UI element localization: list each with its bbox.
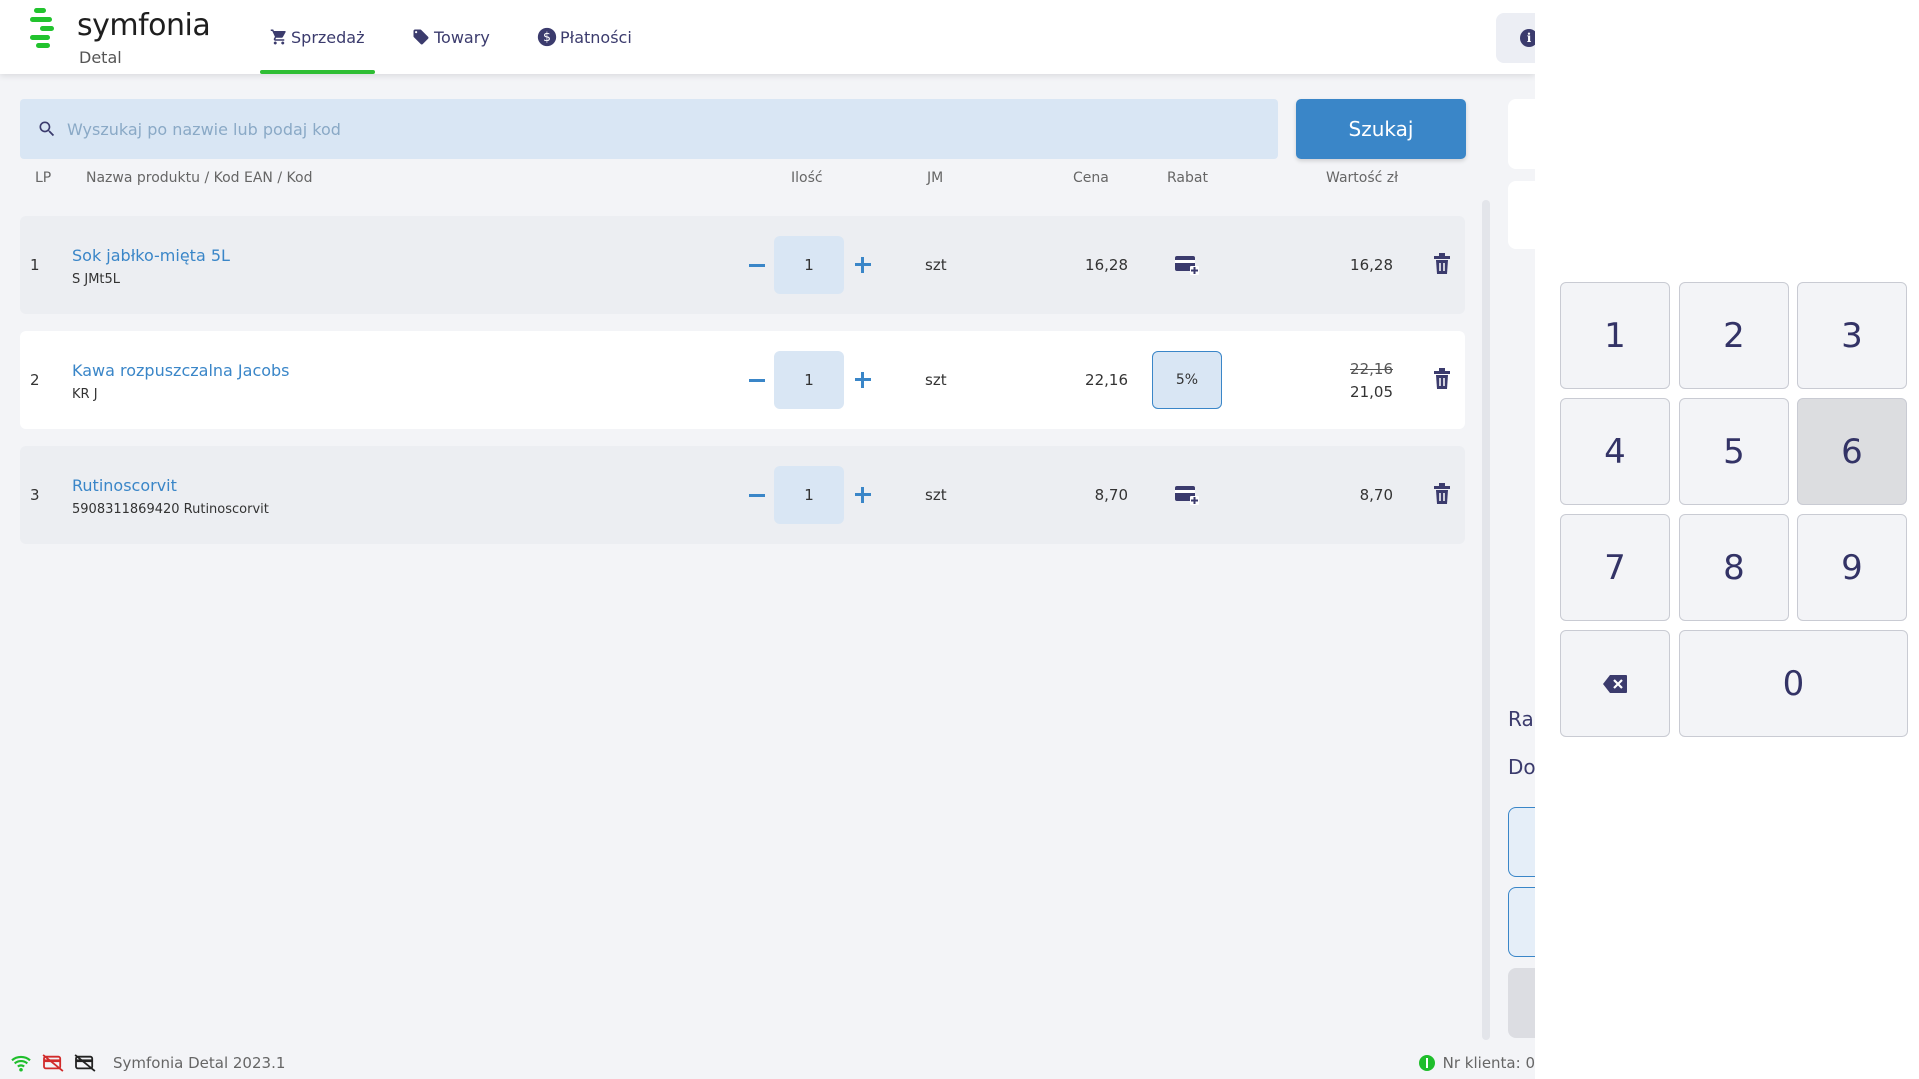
tab-payments-label: Płatności xyxy=(560,27,632,47)
row-lp: 1 xyxy=(30,256,40,274)
decrease-qty-button[interactable] xyxy=(742,480,772,510)
numpad-key-0[interactable]: 0 xyxy=(1679,630,1908,737)
trash-icon[interactable] xyxy=(1433,368,1451,390)
tab-payments[interactable]: $ Płatności xyxy=(537,0,632,74)
header-lp: LP xyxy=(35,170,52,186)
trash-icon[interactable] xyxy=(1433,253,1451,275)
brand-subtitle: Detal xyxy=(79,48,122,67)
product-code: KR J xyxy=(72,387,98,402)
quantity-field[interactable]: 1 xyxy=(774,236,844,294)
trash-icon[interactable] xyxy=(1433,483,1451,505)
header-qty: Ilość xyxy=(791,170,823,186)
printer-offline-icon xyxy=(74,1054,96,1072)
unit-label: szt xyxy=(925,371,947,389)
decrease-qty-button[interactable] xyxy=(742,250,772,280)
table-row[interactable]: 3 Rutinoscorvit 5908311869420 Rutinoscor… xyxy=(20,446,1465,544)
scrollbar[interactable] xyxy=(1482,200,1490,1040)
search-bar xyxy=(20,99,1278,159)
side-button[interactable] xyxy=(1508,968,1535,1038)
row-value: 21,05 xyxy=(1350,383,1393,401)
product-name-link[interactable]: Rutinoscorvit xyxy=(72,476,177,495)
increase-qty-button[interactable] xyxy=(848,250,878,280)
row-value-original: 22,16 xyxy=(1350,360,1393,378)
numpad-key-5[interactable]: 5 xyxy=(1679,398,1789,505)
client-status: Nr klienta: 0 xyxy=(1418,1054,1535,1072)
side-button[interactable] xyxy=(1508,807,1535,877)
numpad-key-8[interactable]: 8 xyxy=(1679,514,1789,621)
side-button[interactable] xyxy=(1508,887,1535,957)
add-discount-icon[interactable] xyxy=(1174,484,1200,506)
unit-label: szt xyxy=(925,486,947,504)
numpad-key-2[interactable]: 2 xyxy=(1679,282,1789,389)
search-button[interactable]: Szukaj xyxy=(1296,99,1466,159)
sales-app: symfonia Detal Sprzedaż Towary $ Płatnoś… xyxy=(0,0,1535,1079)
logo: symfonia Detal xyxy=(30,6,230,68)
row-lp: 3 xyxy=(30,486,40,504)
dollar-circle-icon: $ xyxy=(537,27,557,47)
cart-icon xyxy=(270,29,286,45)
client-number: Nr klienta: 0 xyxy=(1442,1054,1535,1072)
price-value: 16,28 xyxy=(1085,256,1128,274)
info-icon: i xyxy=(1520,29,1535,47)
svg-text:$: $ xyxy=(543,29,551,44)
tab-products[interactable]: Towary xyxy=(411,0,490,74)
side-label: Ra xyxy=(1508,707,1534,731)
tab-sales[interactable]: Sprzedaż xyxy=(260,0,374,74)
header-discount: Rabat xyxy=(1167,170,1208,186)
top-bar: symfonia Detal Sprzedaż Towary $ Płatnoś… xyxy=(0,0,1535,74)
unit-label: szt xyxy=(925,256,947,274)
side-card[interactable] xyxy=(1508,99,1535,169)
numpad-key-6[interactable]: 6 xyxy=(1797,398,1907,505)
row-lp: 2 xyxy=(30,371,40,389)
product-name-link[interactable]: Kawa rozpuszczalna Jacobs xyxy=(72,361,290,380)
numpad-key-4[interactable]: 4 xyxy=(1560,398,1670,505)
status-ok-icon xyxy=(1418,1055,1435,1071)
header-name: Nazwa produktu / Kod EAN / Kod xyxy=(86,170,313,186)
tab-sales-label: Sprzedaż xyxy=(291,27,365,47)
discount-input[interactable]: 5% xyxy=(1152,351,1222,409)
numpad-key-9[interactable]: 9 xyxy=(1797,514,1907,621)
backspace-icon xyxy=(1603,674,1627,693)
numpad-key-3[interactable]: 3 xyxy=(1797,282,1907,389)
add-discount-icon[interactable] xyxy=(1174,254,1200,276)
header-price: Cena xyxy=(1073,170,1109,186)
tag-icon xyxy=(413,29,429,45)
quantity-field[interactable]: 1 xyxy=(774,466,844,524)
header-unit: JM xyxy=(927,170,944,186)
quantity-field[interactable]: 1 xyxy=(774,351,844,409)
numpad-backspace-button[interactable] xyxy=(1560,630,1670,737)
info-button[interactable]: i xyxy=(1496,13,1535,63)
wifi-icon xyxy=(11,1055,31,1072)
row-value: 16,28 xyxy=(1350,256,1393,274)
product-code: 5908311869420 Rutinoscorvit xyxy=(72,502,269,517)
table-row[interactable]: 2 Kawa rozpuszczalna Jacobs KR J 1 szt 2… xyxy=(20,331,1465,429)
side-label: Do xyxy=(1508,755,1535,779)
search-input[interactable] xyxy=(67,99,1257,159)
increase-qty-button[interactable] xyxy=(848,480,878,510)
side-card[interactable] xyxy=(1508,181,1535,249)
price-value: 8,70 xyxy=(1094,486,1128,504)
product-name-link[interactable]: Sok jabłko-mięta 5L xyxy=(72,246,230,265)
increase-qty-button[interactable] xyxy=(848,365,878,395)
decrease-qty-button[interactable] xyxy=(742,365,772,395)
product-code: S JMt5L xyxy=(72,272,121,287)
app-version: Symfonia Detal 2023.1 xyxy=(113,1054,286,1072)
brand-name: symfonia xyxy=(77,8,211,43)
price-value: 22,16 xyxy=(1085,371,1128,389)
payment-terminal-offline-icon xyxy=(42,1054,64,1072)
tab-products-label: Towary xyxy=(434,27,490,47)
header-value: Wartość zł xyxy=(1326,170,1399,186)
numpad-key-7[interactable]: 7 xyxy=(1560,514,1670,621)
numpad-key-1[interactable]: 1 xyxy=(1560,282,1670,389)
status-bar: Symfonia Detal 2023.1 Nr klienta: 0 xyxy=(0,1048,1535,1079)
row-value: 8,70 xyxy=(1359,486,1393,504)
logo-mark xyxy=(30,8,64,48)
search-icon xyxy=(39,121,55,137)
table-row[interactable]: 1 Sok jabłko-mięta 5L S JMt5L 1 szt 16,2… xyxy=(20,216,1465,314)
